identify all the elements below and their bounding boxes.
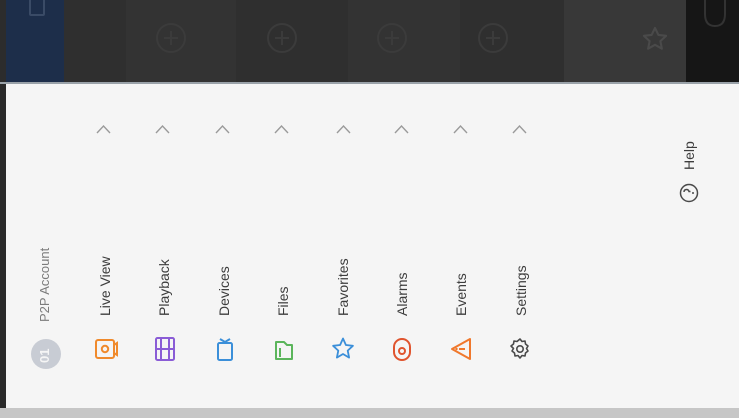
nav-item-events[interactable]: Events	[453, 273, 469, 316]
app-screen: 01 P2P Account Live View Playback Device…	[0, 0, 739, 418]
nav-item-files[interactable]: Files	[275, 286, 291, 316]
nav-item-playback[interactable]: Playback	[156, 259, 172, 316]
chevron-up-icon[interactable]	[512, 124, 527, 134]
avatar-initials: 01	[37, 348, 52, 363]
star-icon[interactable]	[331, 336, 355, 362]
nav-item-alarms[interactable]: Alarms	[394, 272, 410, 316]
live-view-toolbar	[0, 0, 739, 82]
chevron-up-icon[interactable]	[394, 124, 409, 134]
nav-item-favorites[interactable]: Favorites	[335, 258, 351, 316]
add-channel-button-4[interactable]	[478, 23, 508, 53]
p2p-account-label[interactable]: P2P Account	[37, 248, 53, 322]
chevron-up-icon[interactable]	[453, 124, 468, 134]
favorite-star-icon[interactable]	[641, 25, 669, 58]
nav-item-live-view[interactable]: Live View	[97, 256, 113, 316]
active-view-stripe	[6, 0, 64, 82]
nav-item-devices[interactable]: Devices	[216, 266, 232, 316]
chevron-up-icon[interactable]	[336, 124, 351, 134]
drawer-top-border	[0, 82, 739, 84]
add-channel-button-2[interactable]	[267, 23, 297, 53]
bottom-edge	[0, 408, 739, 418]
nav-item-settings[interactable]: Settings	[513, 265, 529, 316]
chevron-up-icon[interactable]	[215, 124, 230, 134]
help-label[interactable]: Help	[681, 141, 697, 170]
help-icon[interactable]	[679, 183, 699, 203]
device-icon[interactable]	[213, 336, 237, 362]
add-channel-button-3[interactable]	[377, 23, 407, 53]
chevron-up-icon[interactable]	[274, 124, 289, 134]
film-icon[interactable]	[153, 336, 177, 362]
alarm-icon[interactable]	[390, 336, 414, 362]
warning-icon[interactable]	[449, 336, 473, 362]
chevron-up-icon[interactable]	[96, 124, 111, 134]
record-icon[interactable]	[700, 0, 730, 39]
camera-icon[interactable]	[94, 336, 118, 362]
add-channel-button-1[interactable]	[156, 23, 186, 53]
gear-icon[interactable]	[508, 336, 532, 362]
account-avatar[interactable]: 01	[31, 339, 61, 369]
chevron-up-icon[interactable]	[155, 124, 170, 134]
folder-icon[interactable]	[272, 336, 296, 362]
